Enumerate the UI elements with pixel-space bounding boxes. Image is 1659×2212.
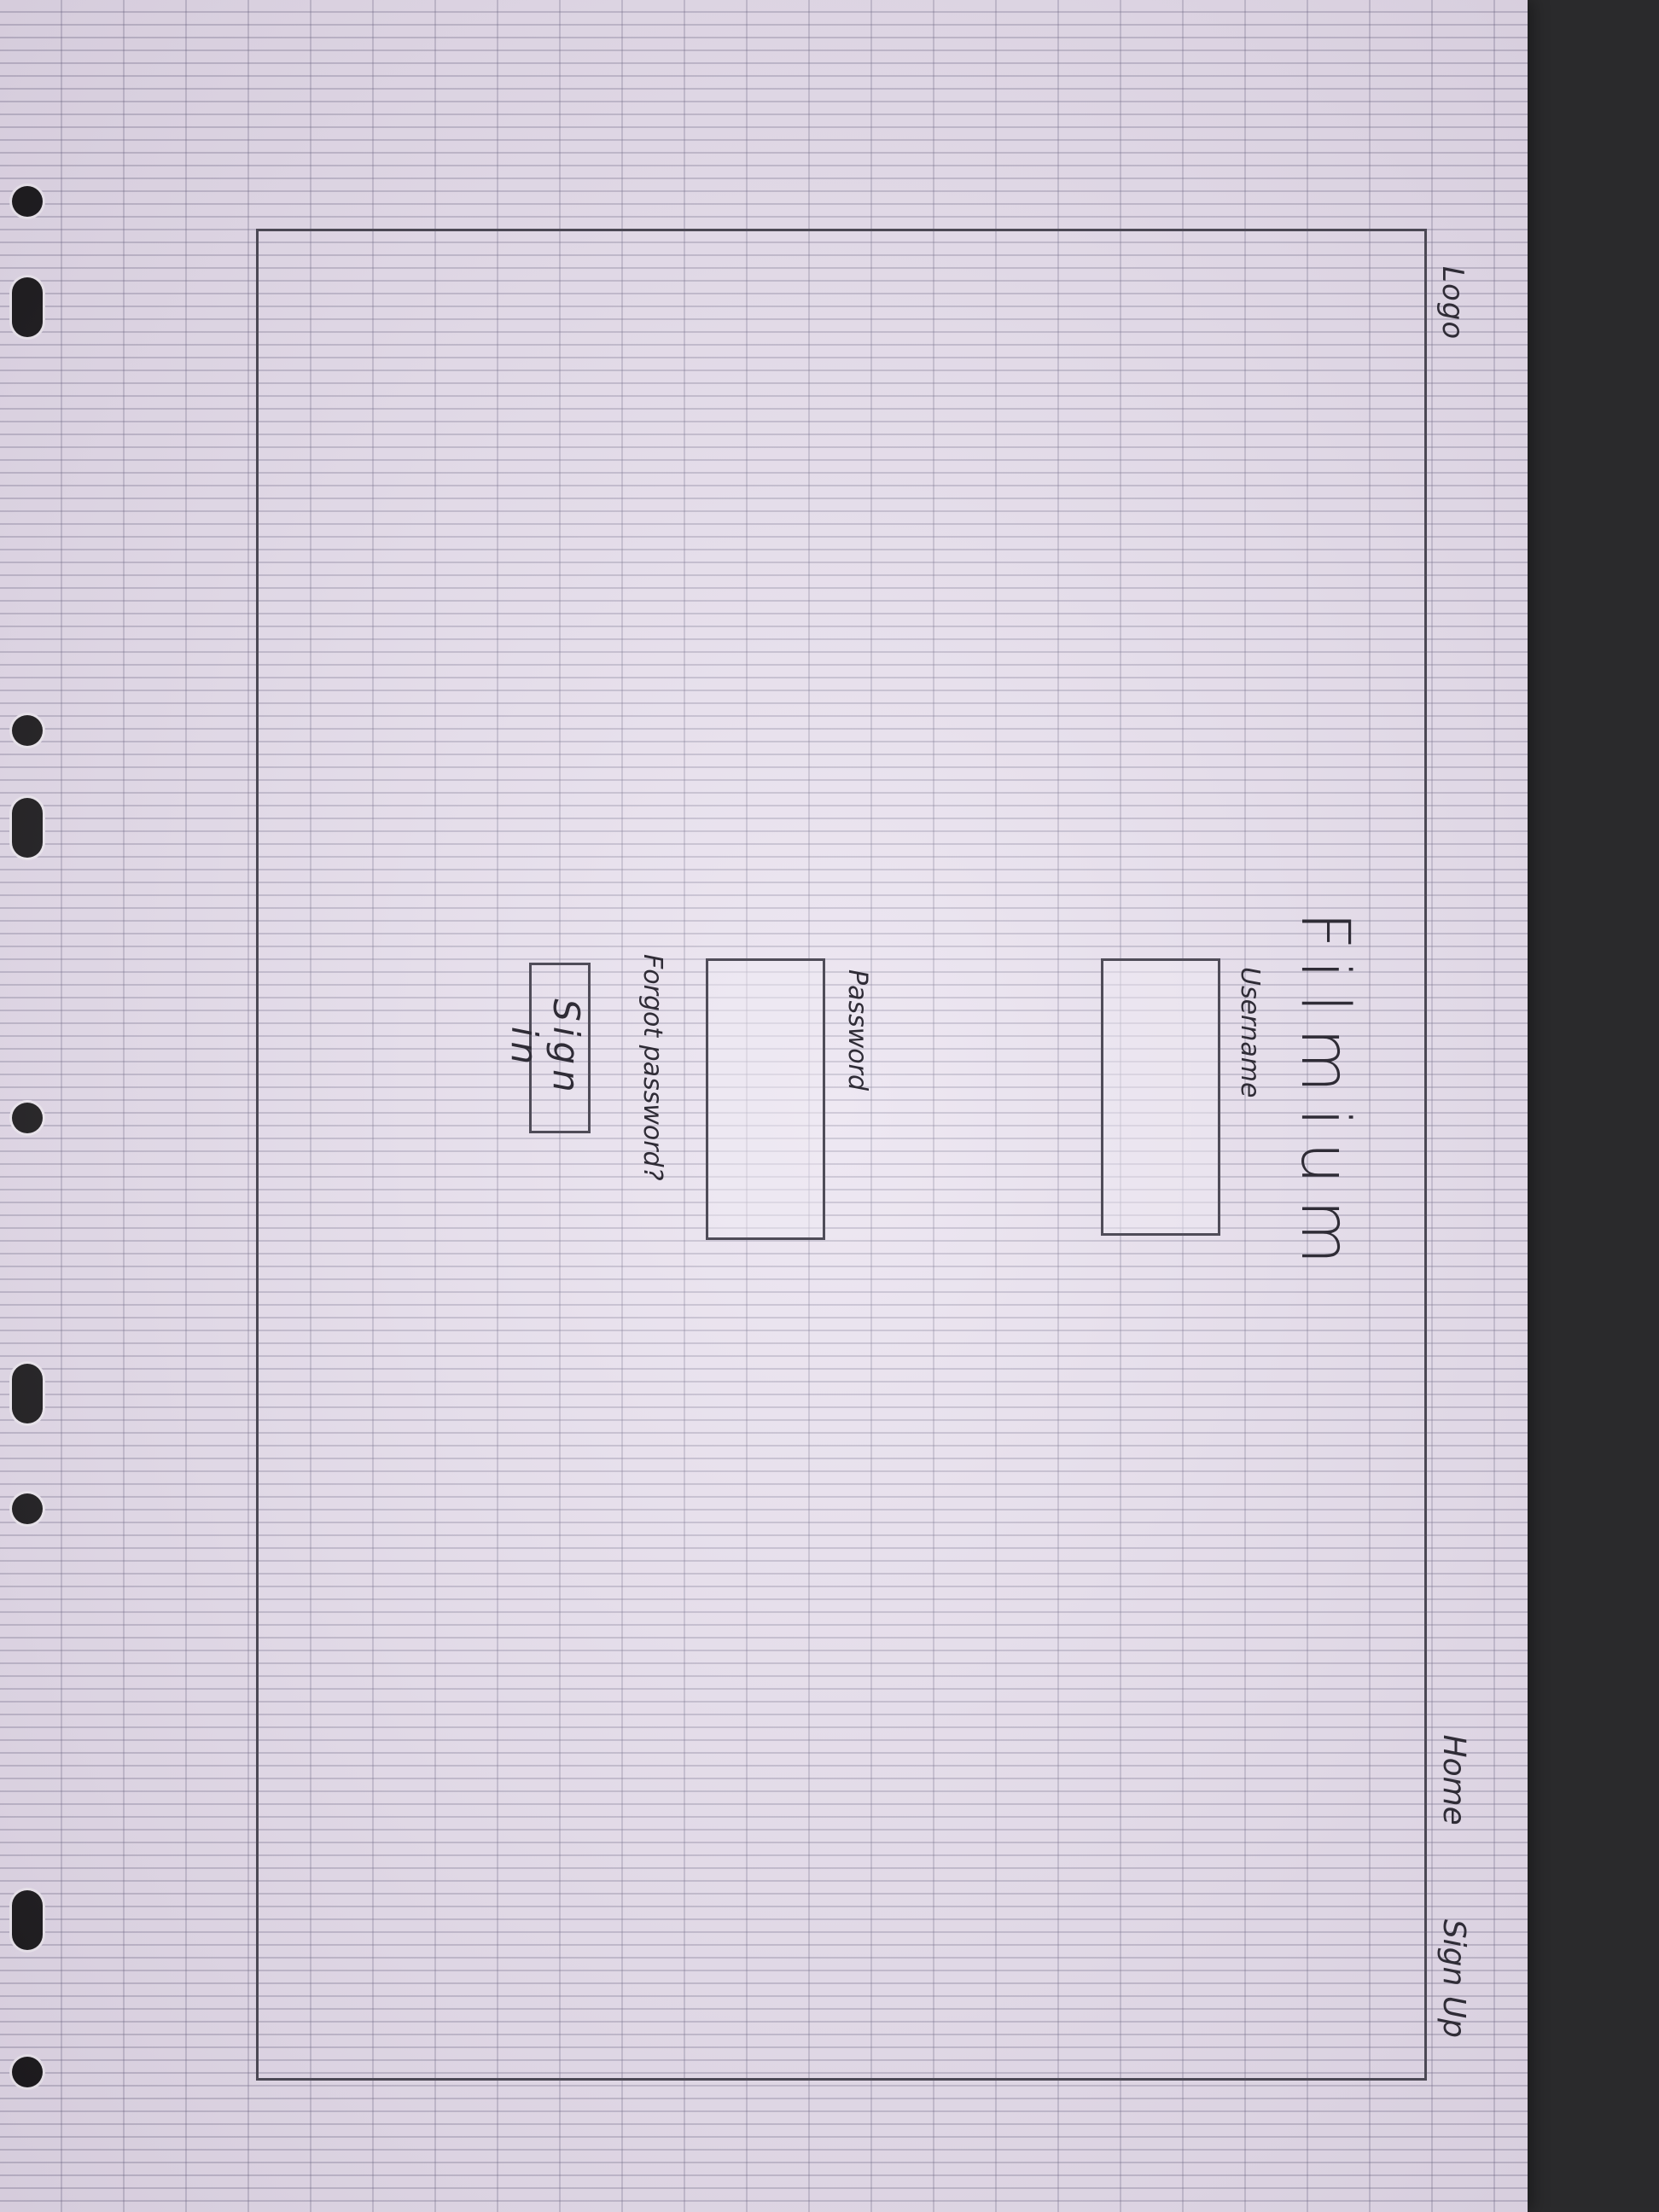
top-nav: Home Sign Up	[1436, 1735, 1471, 2038]
nav-home-link[interactable]: Home	[1436, 1735, 1471, 1825]
punch-hole	[12, 277, 43, 337]
punch-hole	[12, 186, 43, 217]
page-frame	[256, 229, 1427, 2081]
punch-hole	[12, 798, 43, 858]
header-divider	[1424, 229, 1427, 2081]
logo[interactable]: Logo	[1435, 266, 1470, 340]
login-title: Filmium	[1286, 911, 1363, 1280]
punch-hole	[12, 2057, 43, 2087]
punch-hole	[12, 1890, 43, 1950]
punch-hole	[12, 1103, 43, 1133]
punch-hole	[12, 1364, 43, 1423]
punch-hole	[12, 1493, 43, 1524]
punch-hole	[12, 715, 43, 746]
sign-in-button[interactable]: Sign in	[504, 963, 591, 1133]
username-input[interactable]	[1101, 958, 1220, 1236]
forgot-password-link[interactable]: Forgot password?	[637, 954, 667, 1181]
password-label: Password	[842, 969, 872, 1091]
password-input[interactable]	[706, 958, 825, 1240]
page-wireframe: Logo Home Sign Up Filmium Username Passw…	[256, 229, 1471, 2081]
nav-signup-link[interactable]: Sign Up	[1436, 1919, 1471, 2038]
username-label: Username	[1235, 967, 1265, 1098]
